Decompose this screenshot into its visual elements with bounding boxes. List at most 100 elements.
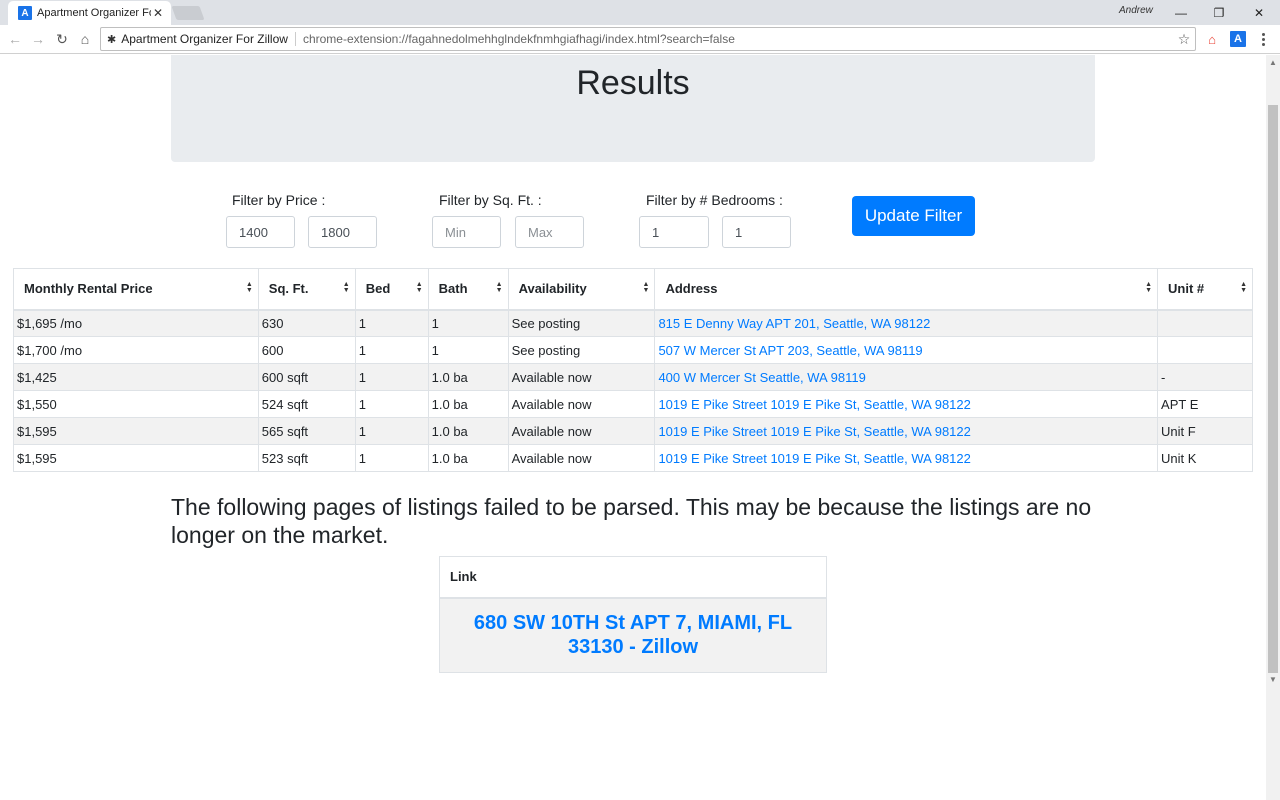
address-link[interactable]: 815 E Denny Way APT 201, Seattle, WA 981… [658, 316, 930, 331]
browser-toolbar: ← → ↻ ⌂ ✱ Apartment Organizer For Zillow… [0, 25, 1280, 54]
table-row: 680 SW 10TH St APT 7, MIAMI, FL 33130 - … [439, 597, 827, 673]
scroll-up-icon[interactable]: ▲ [1266, 55, 1280, 69]
scroll-down-icon[interactable]: ▼ [1266, 672, 1280, 686]
page-viewport: Results Filter by Price : Filter by Sq. … [0, 55, 1266, 800]
unit-cell: - [1157, 363, 1253, 391]
tab-close-icon[interactable]: ✕ [151, 6, 165, 20]
sqft-filter-label: Filter by Sq. Ft. : [439, 192, 542, 208]
sqft-cell: 600 [257, 336, 356, 364]
browser-titlebar: A Apartment Organizer For Zillow ✕ Andre… [0, 0, 1280, 25]
extension-puzzle-icon: ✱ [107, 33, 117, 46]
failed-listing-link[interactable]: 680 SW 10TH St APT 7, MIAMI, FL 33130 - … [460, 611, 806, 659]
price-cell: $1,425 [13, 363, 259, 391]
sort-icon: ▲ ▼ [245, 281, 253, 294]
price-filter-label: Filter by Price : [232, 192, 326, 208]
table-row: $1,595 523 sqft 1 1.0 ba Available now 1… [13, 444, 1253, 472]
results-banner: Results [171, 55, 1095, 162]
column-header-sqft[interactable]: Sq. Ft. ▲ ▼ [257, 268, 356, 311]
profile-name[interactable]: Andrew [1119, 5, 1153, 16]
price-cell: $1,700 /mo [13, 336, 259, 364]
results-table: Monthly Rental Price ▲ ▼ Sq. Ft. ▲ ▼ Bed ▲ ▼ B… [13, 268, 1253, 472]
address-link[interactable]: 1019 E Pike Street 1019 E Pike St, Seatt… [658, 397, 970, 412]
table-row: $1,425 600 sqft 1 1.0 ba Available now 4… [13, 363, 1253, 391]
tab-title: Apartment Organizer For Zillow [37, 7, 151, 19]
bed-cell: 1 [354, 309, 429, 337]
update-filter-button[interactable]: Update Filter [852, 196, 975, 236]
close-window-icon[interactable]: ✕ [1240, 0, 1278, 25]
availability-cell: Available now [507, 444, 656, 472]
price-cell: $1,695 /mo [13, 309, 259, 337]
unit-cell [1157, 309, 1253, 337]
bookmark-star-icon[interactable]: ☆ [1173, 31, 1195, 48]
sort-icon: ▲ ▼ [495, 281, 503, 294]
browser-menu-icon[interactable] [1256, 30, 1270, 48]
table-header-row: Monthly Rental Price ▲ ▼ Sq. Ft. ▲ ▼ Bed ▲ ▼ B… [13, 268, 1253, 311]
address-cell: 815 E Denny Way APT 201, Seattle, WA 981… [654, 309, 1159, 337]
bath-cell: 1 [427, 336, 509, 364]
address-cell: 1019 E Pike Street 1019 E Pike St, Seatt… [654, 444, 1159, 472]
sort-icon: ▲ ▼ [1145, 281, 1153, 294]
price-min-input[interactable] [226, 216, 295, 248]
browser-tab[interactable]: A Apartment Organizer For Zillow ✕ [8, 1, 171, 25]
bath-cell: 1 [427, 309, 509, 337]
bedrooms-filter-label: Filter by # Bedrooms : [646, 192, 783, 208]
column-header-unit[interactable]: Unit # ▲ ▼ [1157, 268, 1253, 311]
bath-cell: 1.0 ba [427, 444, 509, 472]
sqft-cell: 565 sqft [257, 417, 356, 445]
home-icon[interactable]: ⌂ [74, 29, 96, 49]
bedrooms-max-input[interactable] [722, 216, 791, 248]
address-bar[interactable]: ✱ Apartment Organizer For Zillow chrome-… [100, 27, 1196, 51]
back-icon[interactable]: ← [4, 29, 26, 49]
column-header-bath[interactable]: Bath ▲ ▼ [427, 268, 509, 311]
site-name: Apartment Organizer For Zillow [121, 32, 296, 46]
bedrooms-min-input[interactable] [639, 216, 709, 248]
column-header-bed[interactable]: Bed ▲ ▼ [354, 268, 429, 311]
availability-cell: See posting [507, 336, 656, 364]
forward-icon[interactable]: → [27, 29, 49, 49]
scrollbar-thumb[interactable] [1268, 105, 1278, 673]
availability-cell: Available now [507, 390, 656, 418]
address-link[interactable]: 400 W Mercer St Seattle, WA 98119 [658, 370, 865, 385]
page-title: Results [576, 64, 690, 102]
address-link[interactable]: 1019 E Pike Street 1019 E Pike St, Seatt… [658, 451, 970, 466]
link-cell: 680 SW 10TH St APT 7, MIAMI, FL 33130 - … [439, 597, 827, 673]
address-cell: 400 W Mercer St Seattle, WA 98119 [654, 363, 1159, 391]
minimize-icon[interactable]: — [1162, 0, 1200, 25]
table-row: $1,595 565 sqft 1 1.0 ba Available now 1… [13, 417, 1253, 445]
page-scrollbar[interactable]: ▲ ▼ [1266, 55, 1280, 800]
sqft-cell: 630 [257, 309, 356, 337]
bed-cell: 1 [354, 390, 429, 418]
price-cell: $1,595 [13, 417, 259, 445]
sqft-cell: 523 sqft [257, 444, 356, 472]
sort-icon: ▲ ▼ [1240, 281, 1247, 294]
sqft-max-input[interactable] [515, 216, 584, 248]
availability-cell: Available now [507, 363, 656, 391]
column-header-price[interactable]: Monthly Rental Price ▲ ▼ [13, 268, 259, 311]
table-row: $1,695 /mo 630 1 1 See posting 815 E Den… [13, 309, 1253, 337]
price-cell: $1,550 [13, 390, 259, 418]
address-link[interactable]: 1019 E Pike Street 1019 E Pike St, Seatt… [658, 424, 970, 439]
address-cell: 507 W Mercer St APT 203, Seattle, WA 981… [654, 336, 1159, 364]
address-link[interactable]: 507 W Mercer St APT 203, Seattle, WA 981… [658, 343, 922, 358]
sqft-cell: 600 sqft [257, 363, 356, 391]
apartment-extension-icon[interactable]: A [1230, 31, 1246, 47]
sort-icon: ▲ ▼ [642, 281, 650, 294]
sort-icon: ▲ ▼ [415, 281, 423, 294]
address-cell: 1019 E Pike Street 1019 E Pike St, Seatt… [654, 417, 1159, 445]
table-row: $1,550 524 sqft 1 1.0 ba Available now 1… [13, 390, 1253, 418]
unit-cell: Unit K [1157, 444, 1253, 472]
sqft-min-input[interactable] [432, 216, 501, 248]
address-cell: 1019 E Pike Street 1019 E Pike St, Seatt… [654, 390, 1159, 418]
url-text[interactable]: chrome-extension://fagahnedolmehhglndekf… [303, 32, 1173, 46]
availability-cell: See posting [507, 309, 656, 337]
reload-icon[interactable]: ↻ [51, 29, 73, 49]
column-header-availability[interactable]: Availability ▲ ▼ [507, 268, 656, 311]
price-max-input[interactable] [308, 216, 377, 248]
bed-cell: 1 [354, 417, 429, 445]
column-header-address[interactable]: Address ▲ ▼ [654, 268, 1159, 311]
sort-icon: ▲ ▼ [342, 281, 350, 294]
sqft-cell: 524 sqft [257, 390, 356, 418]
new-tab-button[interactable] [171, 6, 205, 20]
google-extension-icon[interactable]: ⌂ [1204, 31, 1220, 47]
restore-icon[interactable]: ❐ [1200, 0, 1238, 25]
